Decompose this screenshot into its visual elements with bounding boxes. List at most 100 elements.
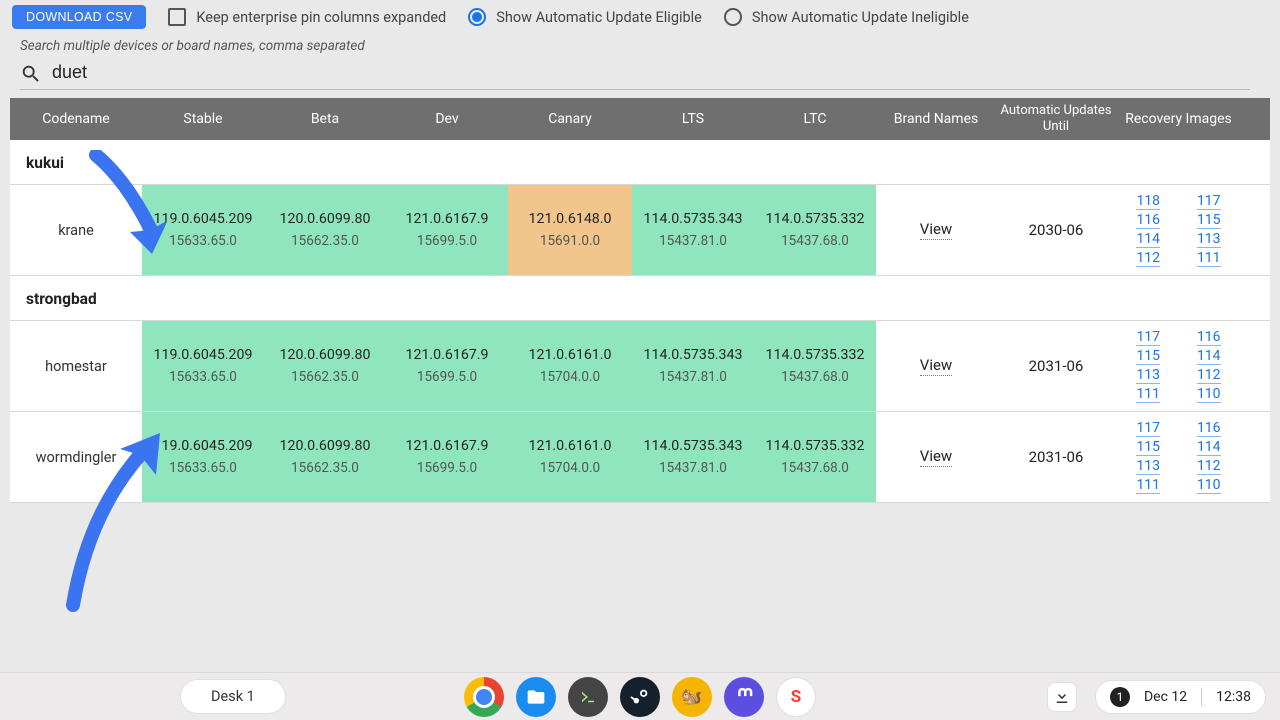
group-row: kukui [10,140,1270,185]
download-tray-icon[interactable] [1047,682,1077,712]
col-lts[interactable]: LTS [632,107,754,131]
table-row: homestar119.0.6045.20915633.65.0120.0.60… [10,321,1270,412]
recovery-link[interactable]: 114 [1136,231,1160,248]
recovery-link[interactable]: 110 [1197,477,1221,494]
recovery-cell: 117 116 115 114 113 112 111 110 [1116,412,1241,502]
recovery-link[interactable]: 118 [1136,193,1160,210]
codename-cell: homestar [10,321,142,411]
col-stable[interactable]: Stable [142,107,264,131]
keep-expanded-label: Keep enterprise pin columns expanded [196,9,446,26]
recovery-link[interactable]: 112 [1136,250,1160,267]
codename-cell: wormdingler [10,412,142,502]
col-dev[interactable]: Dev [386,107,508,131]
group-row: strongbad [10,276,1270,321]
col-canary[interactable]: Canary [508,107,632,131]
search-hint: Search multiple devices or board names, … [20,38,1260,54]
table-header: Codename Stable Beta Dev Canary LTS LTC … [10,98,1270,140]
status-tray[interactable]: 1 Dec 12 12:38 [1095,680,1266,714]
aue-cell: 2031-06 [996,412,1116,502]
search-section: Search multiple devices or board names, … [0,34,1280,98]
shelf: Desk 1 🐿️ S 1 Dec 12 [0,672,1280,720]
show-ineligible-radio[interactable]: Show Automatic Update Ineligible [724,8,969,26]
recovery-link[interactable]: 113 [1136,367,1160,384]
keep-expanded-checkbox[interactable]: Keep enterprise pin columns expanded [168,8,446,26]
recovery-link[interactable]: 117 [1136,329,1160,346]
app-dbeaver-icon[interactable]: 🐿️ [672,677,712,717]
stable-cell: 119.0.6045.20915633.65.0 [142,412,264,502]
recovery-link[interactable]: 116 [1197,420,1221,437]
dev-cell: 121.0.6167.915699.5.0 [386,412,508,502]
search-input[interactable] [50,58,1250,89]
show-ineligible-label: Show Automatic Update Ineligible [752,9,969,26]
brand-names-cell[interactable]: View [876,412,996,502]
canary-cell: 121.0.6161.015704.0.0 [508,412,632,502]
recovery-link[interactable]: 116 [1197,329,1221,346]
recovery-link[interactable]: 114 [1197,348,1221,365]
recovery-link[interactable]: 115 [1136,348,1160,365]
lts-cell: 114.0.5735.34315437.81.0 [632,321,754,411]
table-row: wormdingler119.0.6045.20915633.65.0120.0… [10,412,1270,503]
recovery-link[interactable]: 111 [1136,477,1160,494]
beta-cell: 120.0.6099.8015662.35.0 [264,185,386,275]
brand-names-cell[interactable]: View [876,321,996,411]
download-csv-button[interactable]: DOWNLOAD CSV [12,5,146,29]
recovery-link[interactable]: 110 [1197,386,1221,403]
radio-checked-icon [468,8,486,26]
tray-divider [1201,688,1202,706]
recovery-link[interactable]: 113 [1136,458,1160,475]
recovery-cell: 118 117 116 115 114 113 112 111 [1116,185,1241,275]
recovery-link[interactable]: 115 [1136,439,1160,456]
recovery-link[interactable]: 117 [1136,420,1160,437]
col-recovery[interactable]: Recovery Images [1116,107,1241,131]
ltc-cell: 114.0.5735.33215437.68.0 [754,412,876,502]
col-aue[interactable]: Automatic Updates Until [996,99,1116,138]
col-beta[interactable]: Beta [264,107,386,131]
app-mastodon-icon[interactable] [724,677,764,717]
col-codename[interactable]: Codename [10,107,142,131]
show-eligible-label: Show Automatic Update Eligible [496,9,702,26]
app-terminal-icon[interactable] [568,677,608,717]
recovery-link[interactable]: 112 [1197,367,1221,384]
col-brand[interactable]: Brand Names [876,107,996,131]
aue-cell: 2030-06 [996,185,1116,275]
radio-unchecked-icon [724,8,742,26]
recovery-link[interactable]: 112 [1197,458,1221,475]
checkbox-unchecked-icon [168,8,186,26]
lts-cell: 114.0.5735.34315437.81.0 [632,185,754,275]
canary-cell: 121.0.6148.015691.0.0 [508,185,632,275]
recovery-link[interactable]: 113 [1197,231,1221,248]
desk-switcher[interactable]: Desk 1 [180,679,286,714]
codename-cell: krane [10,185,142,275]
app-shortcut-icon[interactable]: S [776,677,816,717]
recovery-link[interactable]: 115 [1197,212,1221,229]
recovery-link[interactable]: 111 [1136,386,1160,403]
ltc-cell: 114.0.5735.33215437.68.0 [754,321,876,411]
app-chrome-icon[interactable] [464,677,504,717]
col-ltc[interactable]: LTC [754,107,876,131]
dev-cell: 121.0.6167.915699.5.0 [386,321,508,411]
search-icon [20,63,42,85]
recovery-cell: 117 116 115 114 113 112 111 110 [1116,321,1241,411]
beta-cell: 120.0.6099.8015662.35.0 [264,412,386,502]
recovery-link[interactable]: 116 [1136,212,1160,229]
table-row: krane119.0.6045.20915633.65.0120.0.6099.… [10,185,1270,276]
stable-cell: 119.0.6045.20915633.65.0 [142,321,264,411]
stable-cell: 119.0.6045.20915633.65.0 [142,185,264,275]
tray-time: 12:38 [1216,689,1251,705]
recovery-link[interactable]: 111 [1197,250,1221,267]
recovery-link[interactable]: 117 [1197,193,1221,210]
canary-cell: 121.0.6161.015704.0.0 [508,321,632,411]
recovery-link[interactable]: 114 [1197,439,1221,456]
aue-cell: 2031-06 [996,321,1116,411]
ltc-cell: 114.0.5735.33215437.68.0 [754,185,876,275]
show-eligible-radio[interactable]: Show Automatic Update Eligible [468,8,702,26]
dev-cell: 121.0.6167.915699.5.0 [386,185,508,275]
app-files-icon[interactable] [516,677,556,717]
notification-badge: 1 [1110,687,1130,707]
beta-cell: 120.0.6099.8015662.35.0 [264,321,386,411]
tray-date: Dec 12 [1144,689,1187,705]
toolbar: DOWNLOAD CSV Keep enterprise pin columns… [0,0,1280,34]
app-steam-icon[interactable] [620,677,660,717]
brand-names-cell[interactable]: View [876,185,996,275]
releases-table: Codename Stable Beta Dev Canary LTS LTC … [10,98,1270,503]
